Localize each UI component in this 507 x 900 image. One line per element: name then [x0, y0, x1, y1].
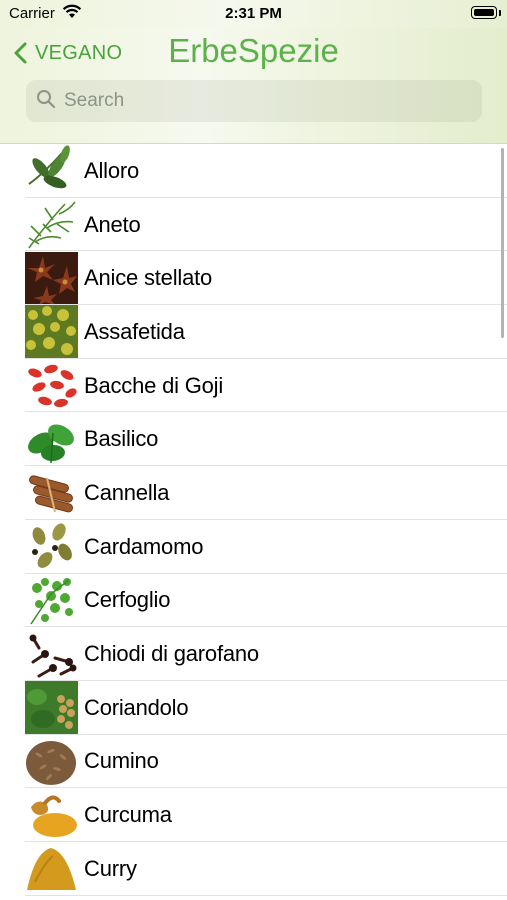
- cloves-image: [25, 628, 78, 681]
- list-item-label: Cumino: [84, 748, 159, 774]
- search-input[interactable]: [62, 89, 466, 113]
- list-item-anice-stellato[interactable]: Anice stellato: [0, 251, 507, 305]
- list-item-label: Alloro: [84, 157, 140, 183]
- search-icon: [26, 89, 56, 114]
- list-item-bacche-di-goji[interactable]: Bacche di Goji: [0, 359, 507, 413]
- cumin-image: [25, 735, 78, 788]
- list-item-assafetida[interactable]: Assafetida: [0, 305, 507, 359]
- battery-icon: [471, 6, 497, 19]
- list-item-label: Aneto: [84, 211, 141, 237]
- list-item-alloro[interactable]: Alloro: [0, 144, 507, 198]
- list-item-label: Assafetida: [84, 318, 185, 344]
- navigation-bar: VEGANO ErbeSpezie: [0, 28, 507, 144]
- asafoetida-image: [25, 305, 78, 359]
- status-bar: Carrier 2:31 PM: [0, 0, 507, 28]
- list-item-curcuma[interactable]: Curcuma: [0, 788, 507, 842]
- list-item-coriandolo[interactable]: Coriandolo: [0, 681, 507, 735]
- list-item-chiodi-di-garofano[interactable]: Chiodi di garofano: [0, 627, 507, 681]
- list-item-label: Chiodi di garofano: [84, 641, 259, 667]
- list-item-basilico[interactable]: Basilico: [0, 412, 507, 466]
- list-item-aneto[interactable]: Aneto: [0, 198, 507, 252]
- spice-list[interactable]: Alloro Aneto Anice stellato Assafetida B…: [0, 144, 507, 900]
- page-title: ErbeSpezie: [168, 32, 339, 69]
- list-item-label: Curry: [84, 855, 137, 881]
- battery-tip: [499, 10, 501, 16]
- curry-image: [25, 842, 78, 895]
- list-item-label: Coriandolo: [84, 694, 189, 720]
- cardamom-image: [25, 520, 78, 573]
- scrollbar[interactable]: [501, 148, 504, 338]
- list-item-curry[interactable]: Curry: [0, 842, 507, 896]
- search-bar[interactable]: [26, 80, 482, 122]
- goji-berries-image: [25, 359, 78, 412]
- bay-leaf-image: [25, 144, 78, 197]
- list-item-cerfoglio[interactable]: Cerfoglio: [0, 574, 507, 628]
- cinnamon-image: [25, 466, 78, 519]
- list-item-label: Cerfoglio: [84, 587, 171, 613]
- list-item-cumino[interactable]: Cumino: [0, 735, 507, 789]
- clock: 2:31 PM: [225, 5, 282, 22]
- list-item-cannella[interactable]: Cannella: [0, 466, 507, 520]
- basil-image: [25, 413, 78, 466]
- list-item-label: Bacche di Goji: [84, 372, 224, 398]
- list-item-label: Cannella: [84, 479, 170, 505]
- list-item-label: Cardamomo: [84, 533, 204, 559]
- list-item-label: Curcuma: [84, 802, 172, 828]
- list-item-cardamomo[interactable]: Cardamomo: [0, 520, 507, 574]
- star-anise-image: [25, 251, 78, 305]
- turmeric-image: [25, 789, 78, 842]
- chervil-image: [25, 574, 78, 627]
- dill-image: [25, 198, 78, 251]
- list-item-label: Anice stellato: [84, 265, 213, 291]
- coriander-image: [25, 681, 78, 735]
- list-item-label: Basilico: [84, 426, 159, 452]
